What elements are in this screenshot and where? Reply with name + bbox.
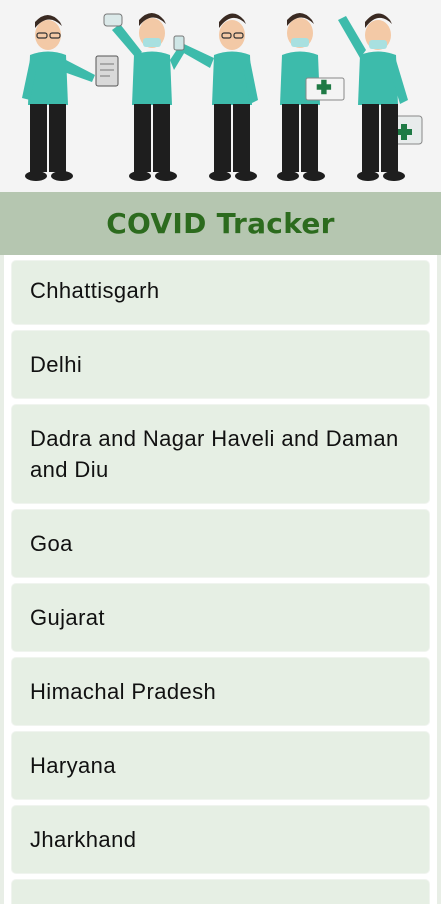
state-list-item[interactable]: Gujarat bbox=[12, 584, 429, 651]
state-list-item[interactable]: Jammu and Kashmir bbox=[12, 880, 429, 904]
hero-illustration bbox=[0, 0, 441, 192]
worker-figure-4 bbox=[277, 13, 345, 181]
state-list-item[interactable]: Himachal Pradesh bbox=[12, 658, 429, 725]
worker-figure-1 bbox=[22, 15, 119, 181]
state-list-item[interactable]: Chhattisgarh bbox=[12, 261, 429, 324]
state-list-inner: Chhattisgarh Delhi Dadra and Nagar Havel… bbox=[4, 255, 437, 904]
app-title: COVID Tracker bbox=[106, 207, 335, 240]
state-list-item[interactable]: Goa bbox=[12, 510, 429, 577]
state-list-item[interactable]: Delhi bbox=[12, 331, 429, 398]
worker-figure-5 bbox=[338, 13, 423, 181]
state-list-item[interactable]: Dadra and Nagar Haveli and Daman and Diu bbox=[12, 405, 429, 503]
state-list-item[interactable]: Jharkhand bbox=[12, 806, 429, 873]
worker-figure-3 bbox=[173, 13, 258, 181]
health-workers-illustration bbox=[22, 13, 423, 181]
state-list[interactable]: Chhattisgarh Delhi Dadra and Nagar Havel… bbox=[0, 255, 441, 904]
title-bar: COVID Tracker bbox=[0, 192, 441, 255]
state-list-item[interactable]: Haryana bbox=[12, 732, 429, 799]
